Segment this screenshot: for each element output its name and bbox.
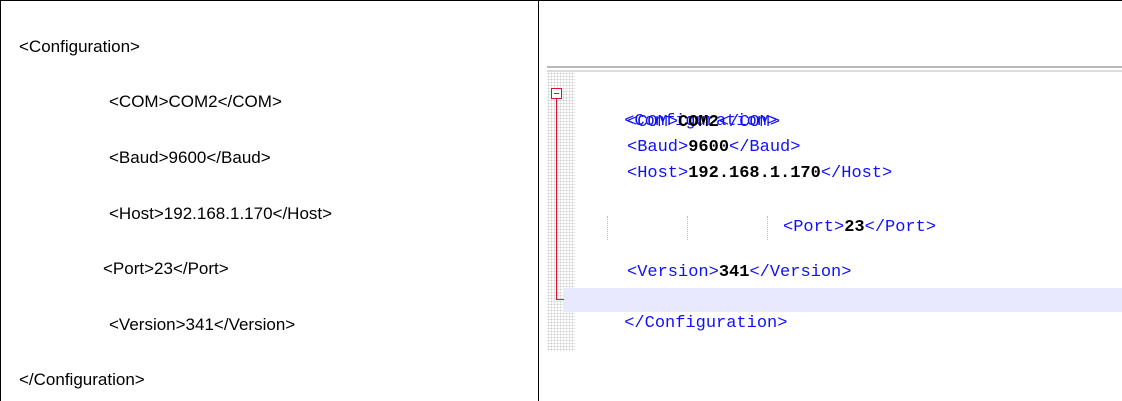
xml-line-host: <Host>192.168.1.170</Host> xyxy=(109,204,333,223)
code-line-root-close: </Configuration> xyxy=(563,288,787,360)
xml-line-port: <Port>23</Port> xyxy=(103,259,229,278)
editor-top-border xyxy=(547,66,1122,68)
xml-tag: <Version> xyxy=(627,263,719,282)
xml-line-version: <Version>341</Version> xyxy=(109,315,296,334)
xml-value: 9600 xyxy=(688,138,730,157)
xml-tag: </Port> xyxy=(864,218,937,237)
code-line-host: <Host>192.168.1.170</Host> xyxy=(627,162,892,186)
editor-top-border-inner xyxy=(547,70,1122,72)
code-line-port: <Port>23</Port> xyxy=(783,216,936,240)
xml-line-root-close: </Configuration> xyxy=(19,370,145,389)
indent-guide xyxy=(767,216,768,240)
indent-guide xyxy=(607,216,608,240)
code-editor-view: <Configuration> <COM>COM2</COM> <Baud>96… xyxy=(547,66,1122,351)
xml-tag: <Port> xyxy=(783,218,845,237)
xml-value: COM2 xyxy=(678,113,719,132)
code-line-com: <COM>COM2</COM> xyxy=(627,111,780,135)
xml-value: 192.168.1.170 xyxy=(688,164,821,183)
xml-tag: <Host> xyxy=(627,164,689,183)
fold-range-line xyxy=(556,99,557,299)
plain-xml-column: <Configuration> <COM>COM2</COM> <Baud>96… xyxy=(0,0,538,401)
column-divider xyxy=(538,0,539,401)
code-line-baud: <Baud>9600</Baud> xyxy=(627,136,800,160)
xml-tag: </Host> xyxy=(820,164,893,183)
xml-tag: </COM> xyxy=(718,113,781,132)
fold-collapse-icon[interactable] xyxy=(551,88,562,99)
indent-guide xyxy=(687,216,688,240)
xml-tag: </Version> xyxy=(749,263,852,282)
xml-line-baud: <Baud>9600</Baud> xyxy=(109,148,271,167)
xml-tag: <COM> xyxy=(627,113,679,132)
xml-tag: </Configuration> xyxy=(624,314,788,333)
xml-line-root-open: <Configuration> xyxy=(19,37,140,56)
xml-value: 341 xyxy=(718,263,750,282)
code-line-version: <Version>341</Version> xyxy=(627,261,851,285)
xml-line-com: <COM>COM2</COM> xyxy=(109,92,282,111)
xml-tag: <Baud> xyxy=(627,138,689,157)
comparison-table: <Configuration> <COM>COM2</COM> <Baud>96… xyxy=(0,0,1122,401)
xml-tag: </Baud> xyxy=(729,138,801,157)
xml-value: 23 xyxy=(844,218,865,237)
